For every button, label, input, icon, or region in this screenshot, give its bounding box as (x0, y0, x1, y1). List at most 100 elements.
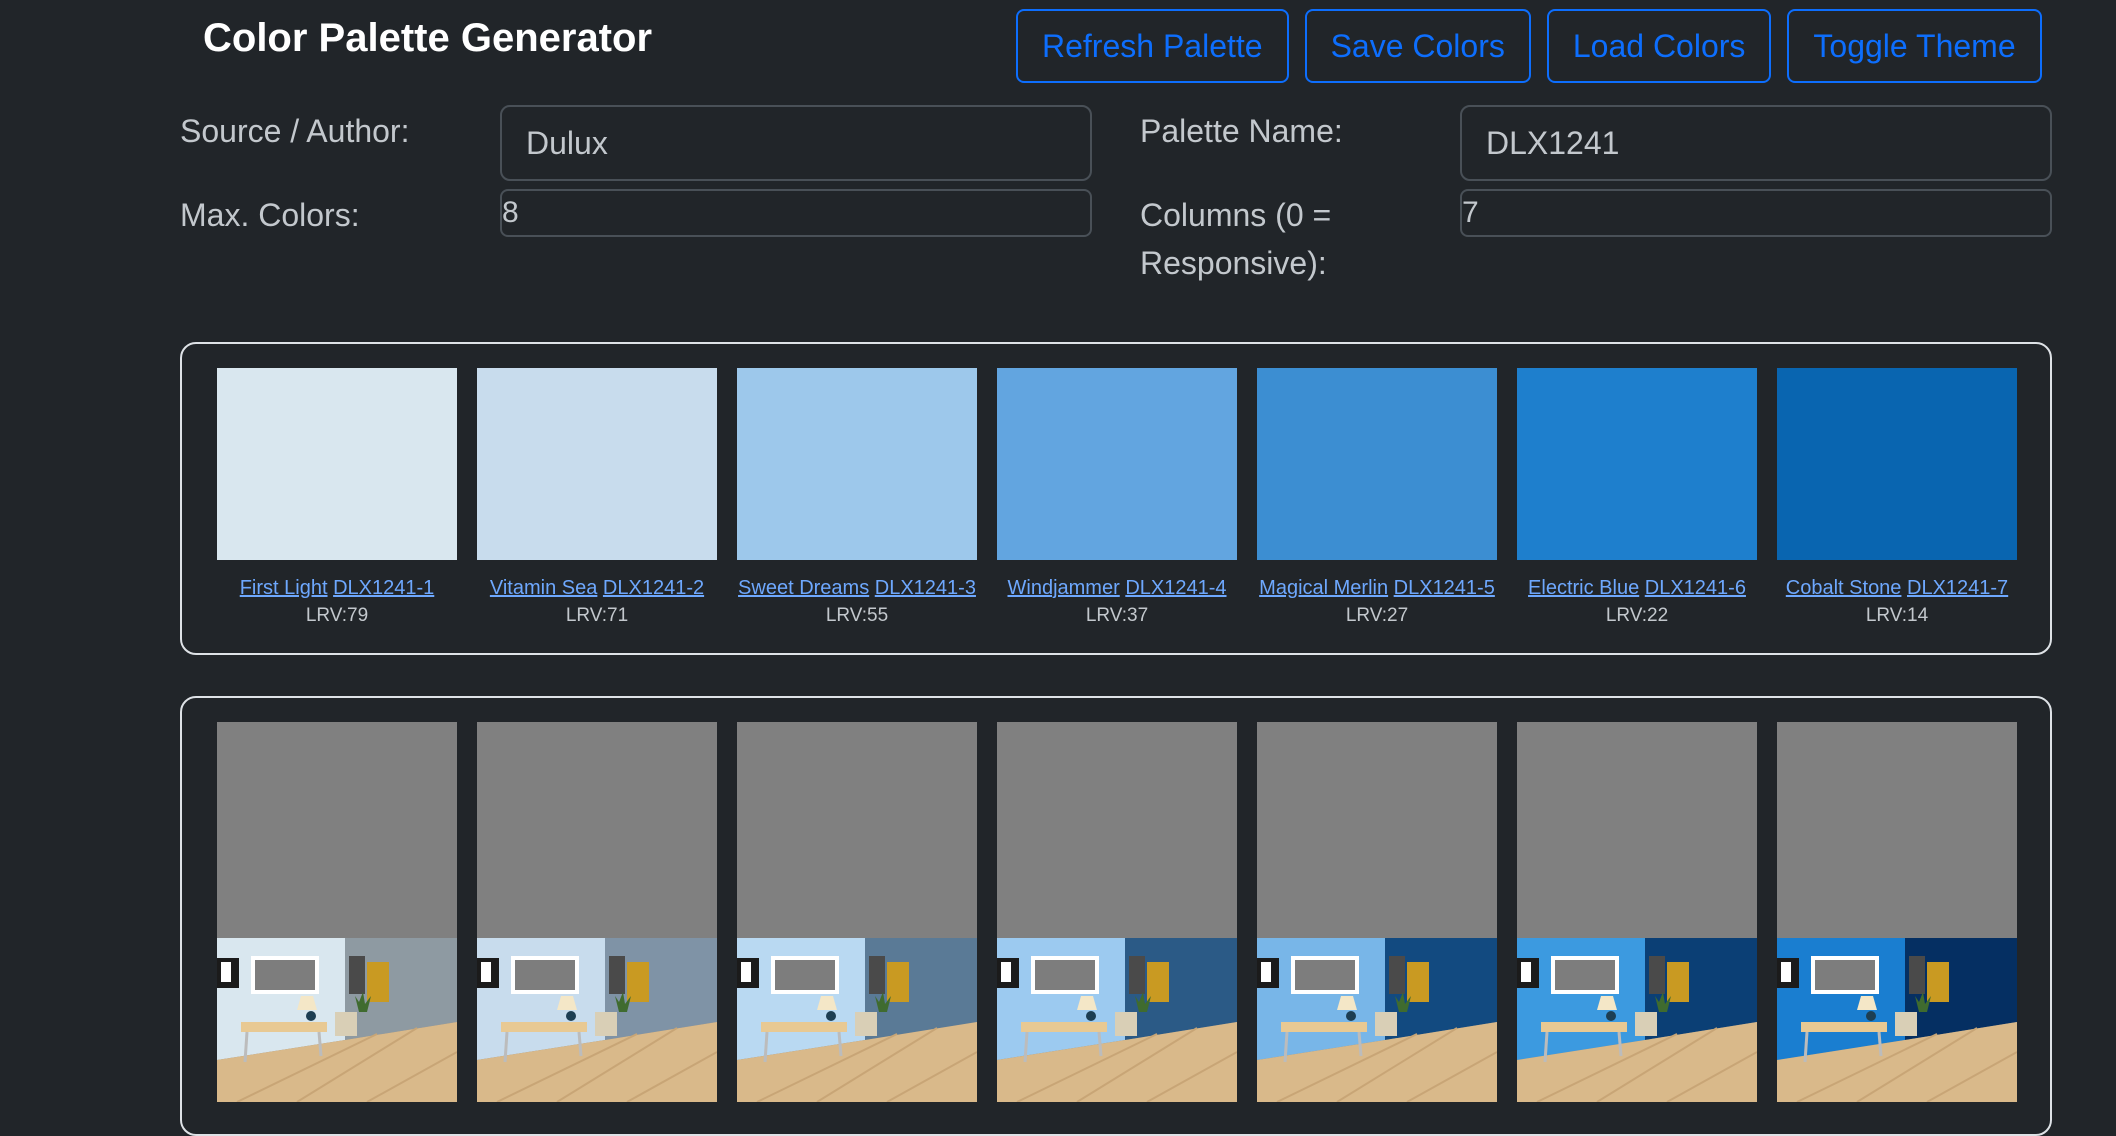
color-chip[interactable] (1517, 368, 1757, 560)
lrv-value: LRV:22 (1605, 605, 1669, 626)
color-code-link[interactable]: DLX1241-1 (333, 577, 434, 599)
swatch-card: Magical Merlin DLX1241-5 LRV:27 (1257, 368, 1497, 630)
color-code-link[interactable]: DLX1241-6 (1645, 577, 1746, 599)
desk-leg (503, 1031, 509, 1063)
vase (566, 1011, 576, 1021)
desk-top (501, 1022, 587, 1032)
lrv-value: LRV:37 (1085, 605, 1149, 626)
columns-input[interactable]: 7 (1460, 189, 2052, 237)
side-cabinet (855, 1012, 877, 1036)
vase (1086, 1011, 1096, 1021)
desk-leg (243, 1031, 249, 1063)
swatch-meta: Vitamin Sea DLX1241-2 LRV:71 (477, 574, 717, 630)
room-preview[interactable] (1517, 722, 1757, 1102)
desk-leg (1023, 1031, 1029, 1063)
color-chip[interactable] (737, 368, 977, 560)
side-cabinet (595, 1012, 617, 1036)
side-cabinet (1375, 1012, 1397, 1036)
max-colors-input[interactable]: 8 (500, 189, 1092, 237)
desk-leg (1283, 1031, 1289, 1063)
color-code-link[interactable]: DLX1241-3 (875, 577, 976, 599)
room-preview[interactable] (737, 722, 977, 1102)
wall-picture-gold (1667, 962, 1689, 1002)
toggle-theme-button[interactable]: Toggle Theme (1787, 9, 2042, 83)
wall-mirror (1291, 956, 1359, 994)
wall-picture-gold (367, 962, 389, 1002)
color-name-link[interactable]: Cobalt Stone (1786, 577, 1902, 599)
wall-picture (349, 956, 365, 994)
desk-leg (763, 1031, 769, 1063)
max-colors-label: Max. Colors: (180, 197, 360, 233)
wall-picture-gold (627, 962, 649, 1002)
wall-picture-gold (887, 962, 909, 1002)
room-preview-row (217, 722, 2017, 1102)
wall-picture-gold (1407, 962, 1429, 1002)
color-name-link[interactable]: Windjammer (1008, 577, 1120, 599)
wall-picture (1129, 956, 1145, 994)
page-title: Color Palette Generator (203, 16, 653, 60)
desk-leg (1097, 1031, 1103, 1057)
color-code-link[interactable]: DLX1241-4 (1125, 577, 1226, 599)
color-name-link[interactable]: Sweet Dreams (738, 577, 869, 599)
refresh-palette-button[interactable]: Refresh Palette (1016, 9, 1289, 83)
swatch-meta: First Light DLX1241-1 LRV:79 (217, 574, 457, 630)
room-preview[interactable] (997, 722, 1237, 1102)
side-cabinet (1115, 1012, 1137, 1036)
vase (826, 1011, 836, 1021)
color-chip[interactable] (1777, 368, 2017, 560)
desk-top (1021, 1022, 1107, 1032)
wall-poster-inner (1261, 962, 1271, 982)
source-label: Source / Author: (180, 113, 410, 149)
desk-leg (577, 1031, 583, 1057)
source-input[interactable]: Dulux (500, 105, 1092, 181)
room-preview[interactable] (1257, 722, 1497, 1102)
palette-name-input[interactable]: DLX1241 (1460, 105, 2052, 181)
desk-leg (1617, 1031, 1623, 1057)
wall-mirror (771, 956, 839, 994)
wall-picture (1909, 956, 1925, 994)
swatch-meta: Windjammer DLX1241-4 LRV:37 (997, 574, 1237, 630)
color-chip[interactable] (217, 368, 457, 560)
room-preview[interactable] (217, 722, 457, 1102)
side-cabinet (335, 1012, 357, 1036)
load-colors-button[interactable]: Load Colors (1546, 9, 1772, 83)
wall-picture (869, 956, 885, 994)
wall-picture-gold (1927, 962, 1949, 1002)
wall-poster-inner (1781, 962, 1791, 982)
desk-leg (1803, 1031, 1809, 1063)
color-name-link[interactable]: Magical Merlin (1259, 577, 1388, 599)
color-code-link[interactable]: DLX1241-7 (1907, 577, 2008, 599)
vase (1866, 1011, 1876, 1021)
swatch-row: First Light DLX1241-1 LRV:79 Vitamin Sea D… (217, 368, 2017, 630)
swatch-meta: Sweet Dreams DLX1241-3 LRV:55 (737, 574, 977, 630)
save-colors-button[interactable]: Save Colors (1304, 9, 1531, 83)
wall-poster-inner (481, 962, 491, 982)
swatch-meta: Magical Merlin DLX1241-5 LRV:27 (1257, 574, 1497, 630)
color-code-link[interactable]: DLX1241-2 (603, 577, 704, 599)
wall-mirror (1551, 956, 1619, 994)
color-chip[interactable] (997, 368, 1237, 560)
vase (306, 1011, 316, 1021)
desk-leg (1357, 1031, 1363, 1057)
color-name-link[interactable]: Vitamin Sea (490, 577, 597, 599)
color-name-link[interactable]: Electric Blue (1528, 577, 1639, 599)
color-chip[interactable] (477, 368, 717, 560)
lrv-value: LRV:55 (825, 605, 889, 626)
desk-leg (837, 1031, 843, 1057)
swatch-card: Electric Blue DLX1241-6 LRV:22 (1517, 368, 1757, 630)
color-name-link[interactable]: First Light (240, 577, 328, 599)
room-preview[interactable] (1777, 722, 2017, 1102)
columns-label: Columns (0 = Responsive): (1140, 191, 1331, 287)
wall-poster-inner (1521, 962, 1531, 982)
color-chip[interactable] (1257, 368, 1497, 560)
room-preview-panel (180, 696, 2052, 1136)
wall-mirror (251, 956, 319, 994)
side-cabinet (1635, 1012, 1657, 1036)
room-preview[interactable] (477, 722, 717, 1102)
palette-name-label: Palette Name: (1140, 113, 1343, 149)
color-code-link[interactable]: DLX1241-5 (1394, 577, 1495, 599)
wall-picture (609, 956, 625, 994)
swatch-meta: Cobalt Stone DLX1241-7 LRV:14 (1777, 574, 2017, 630)
lrv-value: LRV:14 (1865, 605, 1929, 626)
wall-mirror (1031, 956, 1099, 994)
